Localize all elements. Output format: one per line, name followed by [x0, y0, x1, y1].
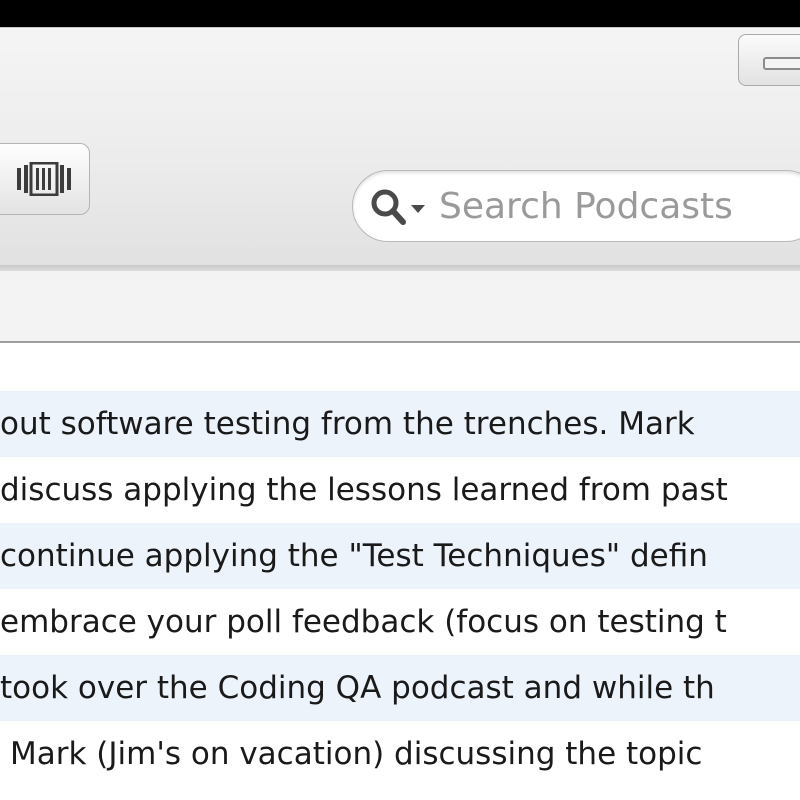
table-row[interactable]: discuss applying the lessons learned fro…	[0, 457, 800, 523]
episode-description: discuss applying the lessons learned fro…	[0, 472, 728, 508]
podcast-window: out software testing from the trenches. …	[0, 27, 800, 800]
episode-description: Mark (Jim's on vacation) discussing the …	[10, 736, 703, 772]
episode-description: took over the Coding QA podcast and whil…	[0, 670, 715, 706]
table-row[interactable]: out software testing from the trenches. …	[0, 391, 800, 457]
column-header-band	[0, 271, 800, 343]
minimize-icon	[763, 57, 800, 70]
episode-list: out software testing from the trenches. …	[0, 391, 800, 787]
cover-flow-icon	[17, 162, 71, 196]
table-row[interactable]: took over the Coding QA podcast and whil…	[0, 655, 800, 721]
toolbar	[0, 27, 800, 266]
search-field[interactable]	[352, 170, 800, 242]
cover-flow-view-button[interactable]	[0, 143, 90, 215]
window-control-button[interactable]	[738, 34, 800, 86]
search-input[interactable]	[439, 181, 800, 231]
episode-description: out software testing from the trenches. …	[0, 406, 695, 442]
table-row[interactable]: continue applying the "Test Techniques" …	[0, 523, 800, 589]
top-black-bar	[0, 0, 800, 27]
table-row[interactable]: Mark (Jim's on vacation) discussing the …	[0, 721, 800, 787]
episode-description: continue applying the "Test Techniques" …	[0, 538, 708, 574]
search-icon[interactable]	[369, 187, 433, 227]
table-row[interactable]: embrace your poll feedback (focus on tes…	[0, 589, 800, 655]
episode-description: embrace your poll feedback (focus on tes…	[0, 604, 727, 640]
